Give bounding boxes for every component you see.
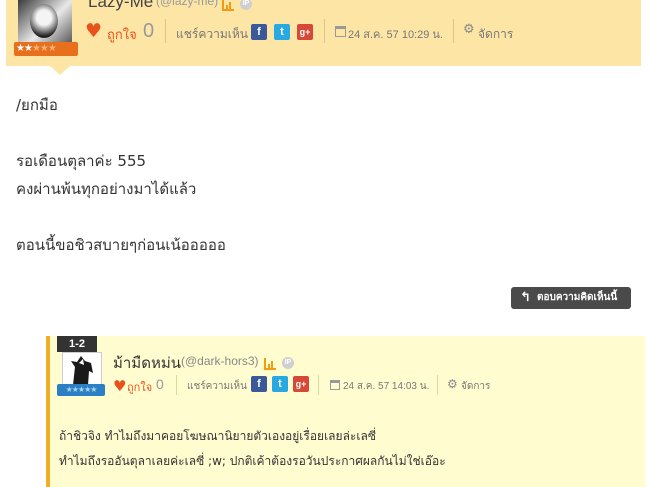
user-handle[interactable]: (@dark-hors3): [181, 354, 259, 368]
stats-icon[interactable]: [222, 0, 234, 11]
divider: [437, 375, 438, 395]
reply-date: 24 ส.ค. 57 14:03 น.: [343, 381, 430, 392]
rank-stars: ★★★★★: [14, 42, 78, 56]
reply-text-line: ทำไมถึงรออันตุลาเลยค่ะเลซี่ ;w; ปกติเค้า…: [59, 454, 446, 468]
divider: [176, 375, 177, 395]
avatar[interactable]: [62, 352, 102, 388]
twitter-icon[interactable]: t: [272, 376, 288, 392]
user-handle[interactable]: (@lazy-me): [156, 0, 218, 8]
divider: [318, 375, 319, 395]
google-plus-icon[interactable]: g+: [297, 24, 313, 40]
manage-button[interactable]: จัดการ: [461, 379, 490, 394]
twitter-icon[interactable]: t: [274, 24, 290, 40]
post-header-pointer: [50, 66, 70, 75]
gear-icon[interactable]: ⚙: [463, 22, 475, 37]
rank-stars-on: ★★: [16, 43, 33, 54]
divider: [453, 19, 454, 43]
reply-arrow-icon: ↰: [520, 290, 531, 305]
heart-icon[interactable]: ♥: [85, 21, 102, 41]
gear-icon[interactable]: ⚙: [447, 377, 458, 391]
username[interactable]: ม้ามืดหม่น: [113, 351, 181, 375]
divider: [324, 19, 325, 43]
heart-icon[interactable]: ♥: [113, 376, 126, 396]
manage-button[interactable]: จัดการ: [478, 25, 513, 44]
reply-text-line: ถ้าชิวจิง ทำไมถึงมาคอยโฆษณานิยายตัวเองอย…: [59, 429, 376, 443]
post-text-line: /ยกมือ: [16, 96, 58, 114]
post-text-line: คงผ่านพ้นทุกอย่างมาได้แล้ว: [16, 180, 197, 198]
post-text-line: รอเดือนตุลาค่ะ 555: [16, 152, 147, 170]
like-count: 0: [156, 376, 164, 392]
reply-button[interactable]: ↰ ตอบความคิดเห็นนี้: [511, 287, 631, 309]
ip-icon[interactable]: IP: [282, 357, 294, 369]
divider: [165, 19, 166, 43]
share-label: แชร์ความเห็น: [176, 27, 248, 41]
rank-stars-off: ★★★: [31, 43, 57, 54]
stats-icon[interactable]: [264, 358, 276, 370]
post-date: 24 ส.ค. 57 10:29 น.: [348, 29, 443, 41]
avatar[interactable]: [18, 0, 72, 44]
facebook-icon[interactable]: f: [251, 376, 267, 392]
facebook-icon[interactable]: f: [251, 24, 267, 40]
share-label: แชร์ความเห็น: [187, 381, 247, 392]
post-text-line: ตอนนี้ขอชิวสบายๆก่อนเน้อออออ: [16, 236, 226, 254]
reply-number[interactable]: 1-2: [57, 336, 97, 352]
reply-button-label: ตอบความคิดเห็นนี้: [537, 292, 618, 303]
calendar-icon: [335, 26, 346, 37]
like-button[interactable]: ถูกใจ: [107, 24, 137, 45]
google-plus-icon[interactable]: g+: [293, 376, 309, 392]
username[interactable]: Lazy-Me: [88, 0, 153, 12]
like-count: 0: [143, 20, 155, 42]
calendar-icon: [330, 380, 340, 390]
rank-stars: ★★★★★: [57, 384, 105, 396]
like-button[interactable]: ถูกใจ: [127, 378, 152, 396]
